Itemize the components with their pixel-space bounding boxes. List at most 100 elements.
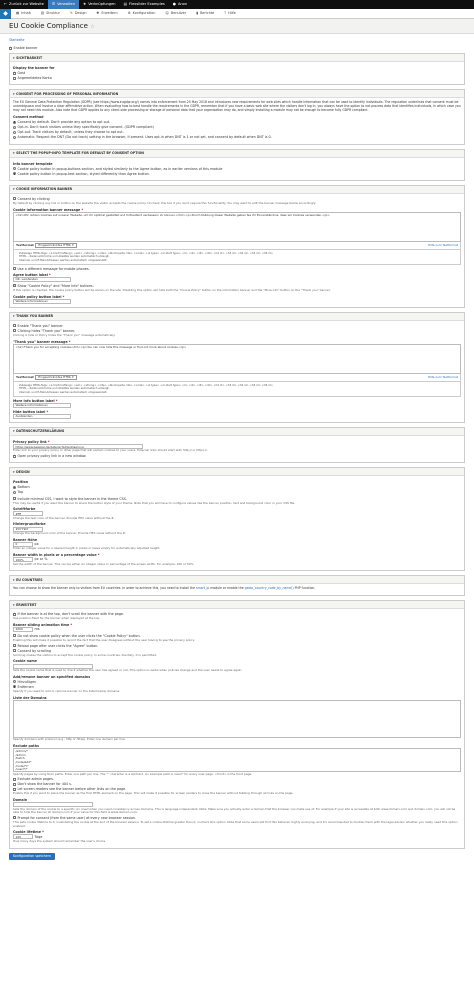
- policy-button-input[interactable]: Weitere Informationen: [13, 298, 71, 304]
- domains-add-radio[interactable]: Hinzufügen: [13, 680, 461, 684]
- role-authenticated-checkbox[interactable]: Angemeldetes Konto: [13, 76, 461, 80]
- text-format-help-link[interactable]: Hilfe zum Textformat: [428, 375, 458, 380]
- minimal-css-checkbox[interactable]: Include minimal CSS, I want to style the…: [13, 497, 461, 501]
- checkbox-unchecked[interactable]: [13, 497, 16, 501]
- checkbox-unchecked[interactable]: [13, 644, 16, 648]
- exclude-admin-checkbox[interactable]: Exclude admin pages.: [13, 777, 461, 781]
- text-format-select[interactable]: Eingeschränktes HTML ▾: [35, 374, 77, 381]
- position-top-radio[interactable]: Top: [13, 490, 461, 494]
- radio-unselected[interactable]: [13, 130, 16, 134]
- text-format-select[interactable]: Eingeschränktes HTML ▾: [35, 242, 77, 249]
- checkbox-unchecked[interactable]: [13, 649, 16, 653]
- radio-selected[interactable]: [13, 485, 16, 489]
- checkbox-unchecked[interactable]: [13, 787, 16, 791]
- menu-item-extend[interactable]: ✚ Erweitern: [92, 11, 123, 15]
- breadcrumb-home-link[interactable]: Startseite: [9, 38, 25, 42]
- position-bottom-radio[interactable]: Bottom: [13, 485, 461, 489]
- geoip-function-link[interactable]: geoip_country_code_by_name(): [245, 586, 294, 590]
- consent-method-auto[interactable]: Automatic. Respect the DNT (Do not track…: [13, 135, 461, 139]
- toolbar-flexslider[interactable]: ▤ Flexslider Examples: [120, 0, 169, 9]
- banner-message-textarea[interactable]: <h2>Wir nutzen Cookies auf unserer Websi…: [13, 211, 461, 242]
- sliding-unit: ms: [34, 627, 40, 632]
- checkbox-unchecked[interactable]: [13, 76, 16, 80]
- banner-width-desc: Set the width of the banner. This can be…: [13, 561, 195, 566]
- consent-processing-legend[interactable]: ▾ Consent for processing of personal info…: [10, 90, 464, 99]
- no-show-404-checkbox[interactable]: Don't show the banner for 404 s.: [13, 782, 461, 786]
- gdpr-intro-text: The EU General Data Protection Regulatio…: [13, 100, 461, 113]
- consent-method-default[interactable]: Consent by default. Don't provide any op…: [13, 120, 461, 124]
- domain-list-textarea[interactable]: [13, 699, 461, 738]
- radio-unselected[interactable]: [13, 680, 16, 684]
- caret-down-icon: ▾: [13, 151, 15, 156]
- exclude-paths-textarea[interactable]: /admin/* /admin /batch /node/add* /node/…: [13, 748, 461, 772]
- checkbox-checked[interactable]: ✓: [9, 46, 12, 50]
- menu-item-content[interactable]: ▦ Inhalt: [11, 11, 36, 15]
- consent-method-optin[interactable]: Opt-in. Don't track visitors unless they…: [13, 125, 461, 129]
- role-guest-checkbox[interactable]: ✓ Gast: [13, 71, 461, 75]
- mobile-message-checkbox[interactable]: Use a different message for mobile phone…: [13, 267, 461, 271]
- menu-item-reports[interactable]: ▮ Berichte: [191, 11, 219, 15]
- domain-list-desc: Specify domains with protocol (e.g., htt…: [13, 737, 126, 742]
- consent-storage-desc: This sets cookie lifetime to 0, invalida…: [13, 820, 458, 828]
- radio-selected[interactable]: [13, 685, 16, 689]
- menu-item-design[interactable]: ✎ Design: [65, 11, 92, 15]
- enable-banner-checkbox[interactable]: ✓ Enable banner: [9, 46, 465, 50]
- checkbox-unchecked[interactable]: [13, 197, 16, 201]
- radio-selected[interactable]: [13, 172, 16, 176]
- save-config-button[interactable]: Konfiguration speichern: [9, 852, 55, 860]
- drupal-logo-icon[interactable]: ◆: [0, 8, 11, 19]
- advanced-legend[interactable]: ▾ Erweitert: [10, 601, 464, 610]
- checkbox-unchecked[interactable]: [13, 324, 16, 328]
- structure-icon: ▥: [40, 11, 45, 16]
- checkbox-checked[interactable]: ✓: [13, 454, 16, 458]
- radio-unselected[interactable]: [13, 125, 16, 129]
- visibility-legend[interactable]: ▾ Sichtbarkeit: [10, 54, 464, 63]
- eu-countries-legend[interactable]: ▾ EU Countries: [10, 576, 464, 585]
- thank-you-message-textarea[interactable]: <h2>Thank you for accepting cookies</h2>…: [13, 343, 461, 374]
- template-option-legacy[interactable]: Cookie policy button in popup-buttons se…: [13, 167, 461, 171]
- design-legend[interactable]: ▾ Design: [10, 468, 464, 477]
- more-info-input[interactable]: Weitere Informationen: [13, 402, 71, 408]
- checkbox-unchecked[interactable]: [13, 634, 16, 638]
- reload-page-checkbox[interactable]: Reload page after user clicks the "Agree…: [13, 644, 461, 648]
- required-mark: *: [42, 830, 44, 835]
- toolbar-user[interactable]: ● Anon: [169, 0, 191, 9]
- checkbox-unchecked[interactable]: [13, 267, 16, 271]
- smart-ip-link[interactable]: smart_ip: [196, 586, 209, 590]
- radio-unselected[interactable]: [13, 136, 16, 139]
- checkbox-unchecked[interactable]: [13, 816, 16, 820]
- text-format-help-link[interactable]: Hilfe zum Textformat: [428, 243, 458, 248]
- privacy-policy-legend[interactable]: ▾ Datenschutzerklärung: [10, 427, 464, 436]
- sliding-input[interactable]: 1000: [13, 626, 33, 632]
- checkbox-unchecked[interactable]: [13, 782, 16, 786]
- popup-template-legend[interactable]: ▾ Select the popup-info template for defa…: [10, 149, 464, 158]
- checkbox-checked[interactable]: ✓: [13, 612, 16, 616]
- menu-icon: ☰: [51, 2, 56, 7]
- agree-input[interactable]: OK, verstanden: [13, 276, 71, 282]
- template-option-new[interactable]: Cookie policy button in popup-text secti…: [13, 172, 461, 176]
- caret-down-icon: ▾: [13, 187, 15, 192]
- consent-method-optout[interactable]: Opt-out. Track visitors by default, unle…: [13, 130, 461, 134]
- new-window-checkbox[interactable]: ✓ Open privacy policy link in a new windo…: [13, 454, 461, 458]
- cookie-info-legend[interactable]: ▾ Cookie information banner: [10, 185, 464, 194]
- required-mark: *: [70, 622, 73, 627]
- checkbox-unchecked[interactable]: [13, 329, 16, 333]
- radio-unselected[interactable]: [13, 167, 16, 171]
- menu-item-structure[interactable]: ▥ Struktur: [36, 11, 65, 15]
- toolbar-manage[interactable]: ☰ Verwalten: [47, 0, 79, 9]
- menu-item-config[interactable]: ⚙ Konfiguration: [123, 11, 161, 15]
- toolbar-shortcuts[interactable]: ★ Verknüpfungen: [79, 0, 120, 9]
- checkbox-unchecked[interactable]: [13, 777, 16, 781]
- enable-thank-you-checkbox[interactable]: Enable "Thank you" banner.: [13, 324, 461, 328]
- caret-down-icon: ▾: [13, 429, 15, 434]
- hide-button-input[interactable]: Ausblenden: [13, 413, 71, 419]
- menu-item-help[interactable]: ? Hilfe: [219, 11, 241, 15]
- radio-selected[interactable]: [13, 120, 16, 124]
- shortcut-star-icon[interactable]: ☆: [90, 24, 94, 30]
- thank-you-legend[interactable]: ▾ Thank you banner: [10, 312, 464, 321]
- agree-label: Agree button label *: [13, 272, 51, 277]
- menu-item-people[interactable]: ☺ Benutzer: [160, 11, 191, 15]
- checkbox-checked[interactable]: ✓: [13, 284, 16, 288]
- checkbox-checked[interactable]: ✓: [13, 71, 16, 75]
- radio-unselected[interactable]: [13, 490, 16, 494]
